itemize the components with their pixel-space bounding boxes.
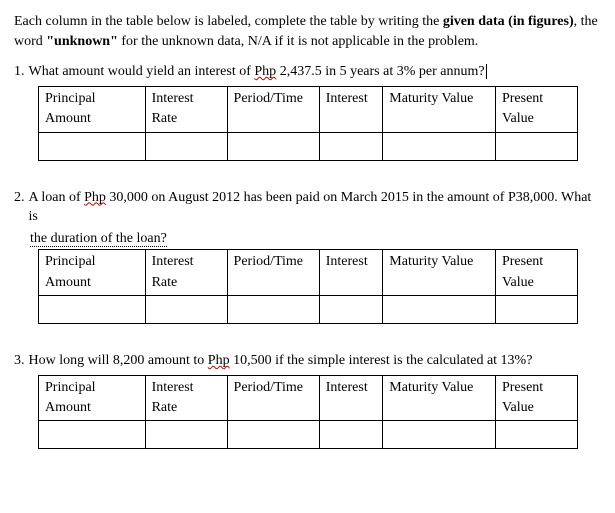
cell-interest[interactable]: [319, 421, 383, 449]
problem-1-number: 1.: [14, 63, 25, 82]
header-principal: Principal Amount: [39, 87, 146, 133]
problem-2: 2. A loan of Php 30,000 on August 2012 h…: [14, 189, 601, 324]
problem-1-pre: What amount would yield an interest of: [29, 64, 255, 79]
text-cursor: [486, 64, 487, 79]
cell-interest[interactable]: [319, 132, 383, 160]
header-principal-line1: Principal: [45, 254, 96, 269]
header-maturity: Maturity Value: [383, 250, 496, 296]
header-principal-line2: Amount: [45, 275, 91, 290]
header-present-line1: Present: [502, 380, 543, 395]
header-principal-line1: Principal: [45, 91, 96, 106]
cell-interest[interactable]: [319, 295, 383, 323]
problem-2-number: 2.: [14, 189, 25, 208]
cell-rate[interactable]: [145, 132, 227, 160]
cell-period[interactable]: [227, 295, 319, 323]
cell-rate[interactable]: [145, 295, 227, 323]
problem-3: 3. How long will 8,200 amount to Php 10,…: [14, 352, 601, 449]
header-maturity: Maturity Value: [383, 87, 496, 133]
header-maturity: Maturity Value: [383, 375, 496, 421]
problem-2-subtext-content: the duration of the loan?: [30, 231, 167, 247]
header-principal-line2: Amount: [45, 400, 91, 415]
cell-maturity[interactable]: [383, 421, 496, 449]
problem-2-text: 2. A loan of Php 30,000 on August 2012 h…: [14, 189, 601, 227]
cell-principal[interactable]: [39, 295, 146, 323]
problem-2-question: A loan of Php 30,000 on August 2012 has …: [29, 189, 602, 227]
problem-2-post: 30,000 on August 2012 has been paid on M…: [29, 190, 592, 224]
table-data-row: [39, 295, 578, 323]
header-present-line1: Present: [502, 254, 543, 269]
table-header-row: Principal Amount Interest Rate Period/Time…: [39, 250, 578, 296]
header-rate-line2: Rate: [152, 111, 178, 126]
instr-bold2: "unknown": [46, 34, 118, 49]
cell-principal[interactable]: [39, 132, 146, 160]
instr-part3: for the unknown data, N/A if it is not a…: [118, 34, 478, 49]
instr-part1: Each column in the table below is labele…: [14, 14, 443, 29]
problem-2-pre: A loan of: [29, 190, 85, 205]
table-header-row: Principal Amount Interest Rate Period/Time…: [39, 87, 578, 133]
problem-3-number: 3.: [14, 352, 25, 371]
cell-rate[interactable]: [145, 421, 227, 449]
cell-maturity[interactable]: [383, 132, 496, 160]
header-interest: Interest: [319, 375, 383, 421]
problem-3-wavy: Php: [208, 353, 230, 368]
header-interest: Interest: [319, 250, 383, 296]
cell-principal[interactable]: [39, 421, 146, 449]
table-data-row: [39, 421, 578, 449]
header-rate: Interest Rate: [145, 87, 227, 133]
header-principal: Principal Amount: [39, 250, 146, 296]
header-period: Period/Time: [227, 87, 319, 133]
problem-3-question: How long will 8,200 amount to Php 10,500…: [29, 352, 602, 371]
problem-1-post: 2,437.5 in 5 years at 3% per annum?: [276, 64, 484, 79]
cell-present[interactable]: [495, 132, 577, 160]
header-principal-line2: Amount: [45, 111, 91, 126]
header-principal-line1: Principal: [45, 380, 96, 395]
instr-bold1: given data (in figures): [443, 14, 574, 29]
problem-2-subtext: the duration of the loan?: [30, 230, 601, 249]
problem-2-wavy: Php: [84, 190, 106, 205]
header-rate-line2: Rate: [152, 275, 178, 290]
instructions: Each column in the table below is labele…: [14, 12, 601, 51]
problem-1-text: 1. What amount would yield an interest o…: [14, 63, 601, 82]
header-present: Present Value: [495, 87, 577, 133]
header-interest: Interest: [319, 87, 383, 133]
header-present-line1: Present: [502, 91, 543, 106]
header-present: Present Value: [495, 250, 577, 296]
problem-3-post: 10,500 if the simple interest is the cal…: [230, 353, 533, 368]
header-present-line2: Value: [502, 111, 534, 126]
header-rate: Interest Rate: [145, 375, 227, 421]
header-rate-line1: Interest: [152, 254, 194, 269]
header-rate-line1: Interest: [152, 91, 194, 106]
header-rate-line2: Rate: [152, 400, 178, 415]
problem-2-table: Principal Amount Interest Rate Period/Time…: [38, 249, 578, 324]
problem-1-question: What amount would yield an interest of P…: [29, 63, 602, 82]
header-present-line2: Value: [502, 275, 534, 290]
cell-period[interactable]: [227, 421, 319, 449]
problem-3-text: 3. How long will 8,200 amount to Php 10,…: [14, 352, 601, 371]
problem-3-table: Principal Amount Interest Rate Period/Time…: [38, 375, 578, 450]
header-rate-line1: Interest: [152, 380, 194, 395]
problem-3-pre: How long will 8,200 amount to: [29, 353, 208, 368]
cell-present[interactable]: [495, 421, 577, 449]
header-period: Period/Time: [227, 250, 319, 296]
problem-1: 1. What amount would yield an interest o…: [14, 63, 601, 160]
header-rate: Interest Rate: [145, 250, 227, 296]
problem-1-wavy: Php: [254, 64, 276, 79]
cell-maturity[interactable]: [383, 295, 496, 323]
cell-present[interactable]: [495, 295, 577, 323]
cell-period[interactable]: [227, 132, 319, 160]
problem-1-table: Principal Amount Interest Rate Period/Time…: [38, 86, 578, 161]
header-present: Present Value: [495, 375, 577, 421]
header-principal: Principal Amount: [39, 375, 146, 421]
header-period: Period/Time: [227, 375, 319, 421]
table-data-row: [39, 132, 578, 160]
table-header-row: Principal Amount Interest Rate Period/Time…: [39, 375, 578, 421]
header-present-line2: Value: [502, 400, 534, 415]
